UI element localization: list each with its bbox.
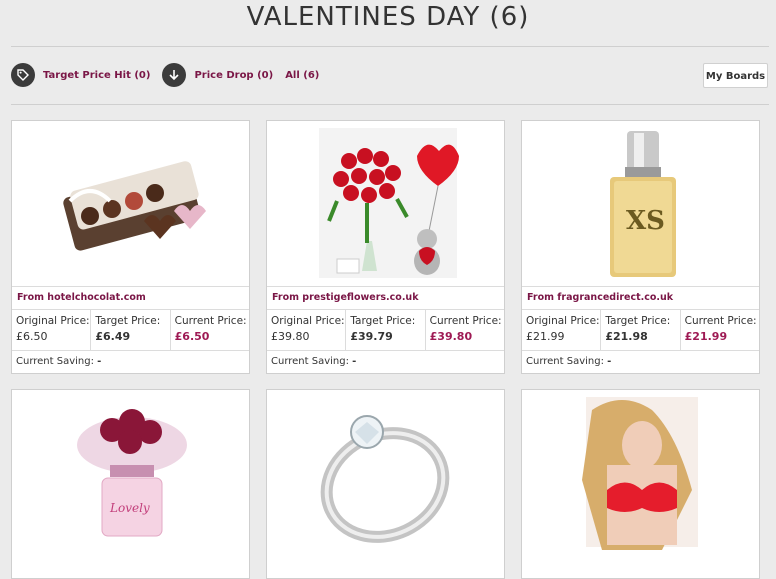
divider xyxy=(11,46,769,47)
filter-label: Target Price Hit (0) xyxy=(43,69,151,81)
page-title: VALENTINES DAY (6) xyxy=(246,2,530,32)
price-row: Original Price: £39.80 Target Price: £39.7… xyxy=(267,309,504,350)
current-saving: Current Saving: - xyxy=(12,350,249,373)
current-saving-label: Current Saving: xyxy=(16,356,94,367)
current-price-label: Current Price: xyxy=(174,315,247,327)
svg-text:XS: XS xyxy=(626,206,665,236)
current-saving-value: - xyxy=(607,356,612,367)
product-image-lingerie[interactable] xyxy=(522,390,759,555)
divider xyxy=(11,104,769,105)
original-price: £6.50 xyxy=(16,330,48,343)
current-price: £21.99 xyxy=(684,330,728,343)
target-price: £21.98 xyxy=(605,330,648,343)
filter-target-price-hit[interactable]: Target Price Hit (0) xyxy=(11,63,150,87)
current-price-label: Current Price: xyxy=(684,315,757,327)
tag-icon xyxy=(11,63,35,87)
current-saving: Current Saving: - xyxy=(522,350,759,373)
price-row: Original Price: £6.50 Target Price: £6.49 … xyxy=(12,309,249,350)
product-source-link[interactable]: From hotelchocolat.com xyxy=(12,286,249,309)
product-card[interactable]: XS From fragrancedirect.co.uk Original P… xyxy=(521,120,760,374)
product-source-link[interactable]: From prestigeflowers.co.uk xyxy=(267,286,504,309)
arrow-down-icon xyxy=(162,63,187,87)
current-saving-value: - xyxy=(352,356,357,367)
current-price: £39.80 xyxy=(429,330,473,343)
current-price: £6.50 xyxy=(174,330,210,343)
product-image-chocolates[interactable] xyxy=(12,121,249,286)
current-saving-label: Current Saving: xyxy=(526,356,604,367)
original-price-label: Original Price: xyxy=(16,315,90,327)
product-image-perfume-xs[interactable]: XS xyxy=(522,121,759,286)
product-source-link[interactable]: From fragrancedirect.co.uk xyxy=(522,286,759,309)
filter-price-drop[interactable]: Price Drop (0) xyxy=(162,63,273,87)
filter-bar: Target Price Hit (0) Price Drop (0) All … xyxy=(11,62,331,88)
target-price-label: Target Price: xyxy=(95,315,161,327)
target-price-label: Target Price: xyxy=(350,315,416,327)
current-saving-value: - xyxy=(97,356,102,367)
price-row: Original Price: £21.99 Target Price: £21.9… xyxy=(522,309,759,350)
original-price-label: Original Price: xyxy=(526,315,600,327)
product-card[interactable] xyxy=(266,389,505,579)
original-price-label: Original Price: xyxy=(271,315,345,327)
filter-all[interactable]: All (6) xyxy=(285,70,319,81)
target-price: £39.79 xyxy=(350,330,393,343)
product-image-roses[interactable] xyxy=(267,121,504,286)
product-card[interactable] xyxy=(521,389,760,579)
target-price: £6.49 xyxy=(95,330,131,343)
target-price-label: Target Price: xyxy=(605,315,671,327)
current-price-label: Current Price: xyxy=(429,315,502,327)
current-saving-label: Current Saving: xyxy=(271,356,349,367)
product-card[interactable]: From hotelchocolat.com Original Price: £6… xyxy=(11,120,250,374)
product-card[interactable]: From prestigeflowers.co.uk Original Pric… xyxy=(266,120,505,374)
product-image-ring[interactable] xyxy=(267,390,504,555)
filter-label: All (6) xyxy=(285,69,320,81)
filter-label: Price Drop (0) xyxy=(194,69,274,81)
original-price: £21.99 xyxy=(526,330,565,343)
current-saving: Current Saving: - xyxy=(267,350,504,373)
product-image-perfume-pink[interactable]: Lovely xyxy=(12,390,249,555)
original-price: £39.80 xyxy=(271,330,310,343)
product-card[interactable]: Lovely xyxy=(11,389,250,579)
svg-text:Lovely: Lovely xyxy=(109,501,150,515)
my-boards-button[interactable]: My Boards xyxy=(703,63,768,88)
